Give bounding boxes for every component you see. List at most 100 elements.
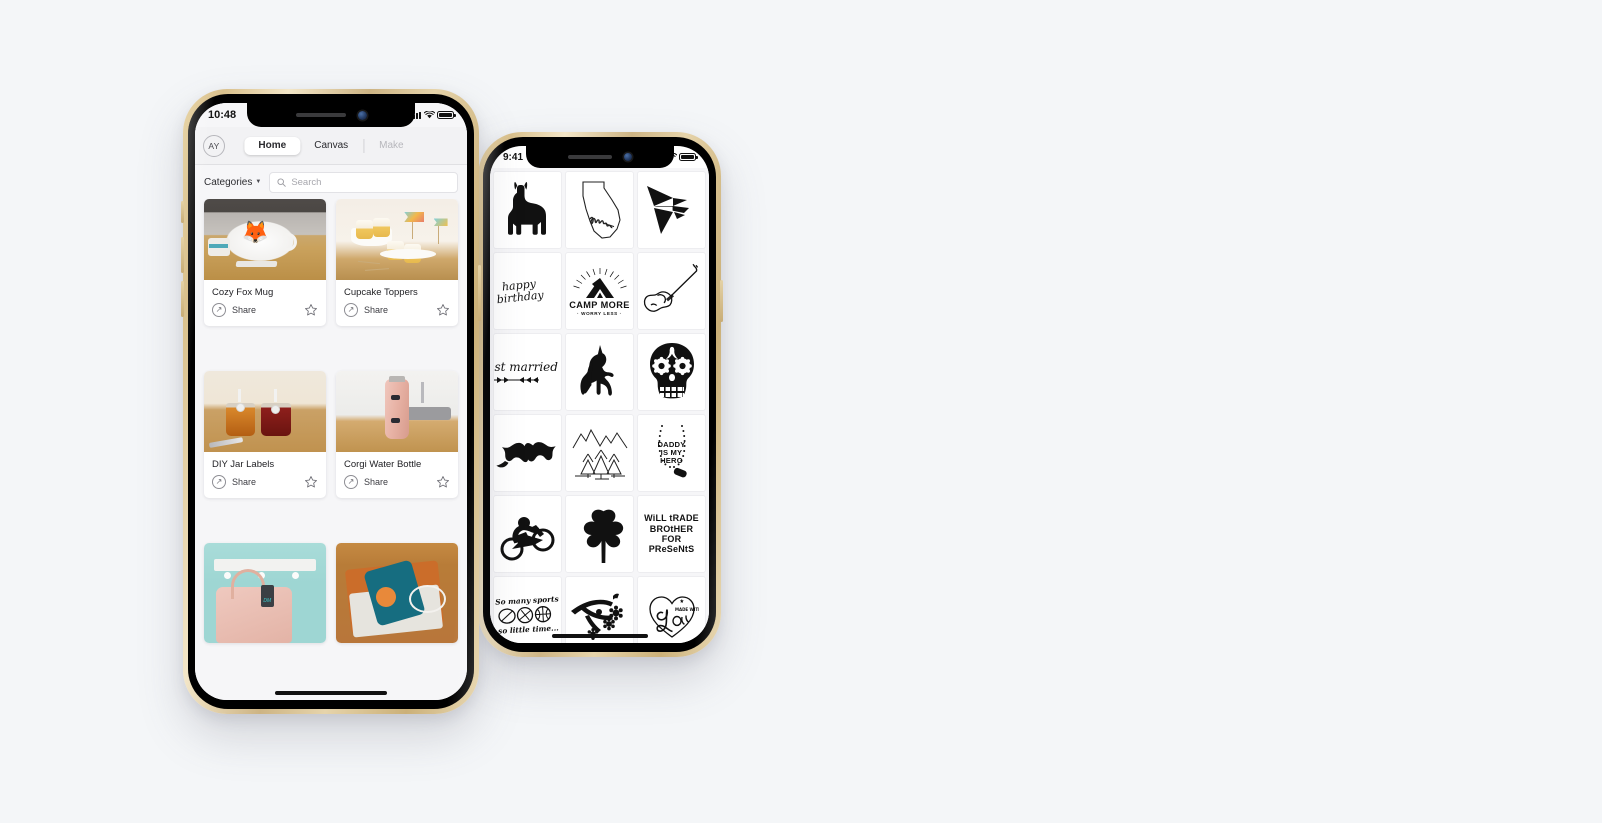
projects-phone: 10:48 AY Home Canvas Make Categories ▼ S… — [181, 89, 481, 714]
project-card[interactable]: DIY Jar Labels ↗ Share — [204, 371, 326, 498]
fox-graphic-icon: 🦊 — [241, 219, 269, 245]
design-tile-daddy-is-my-hero[interactable]: DADDY IS MY HERO — [637, 414, 706, 492]
design-text-line: FOR — [661, 534, 682, 544]
volume-down-button[interactable] — [181, 281, 184, 317]
design-text-line: BROtHER — [649, 523, 694, 534]
design-text-line: happy birthday — [495, 277, 545, 307]
svg-text:MADE WITH: MADE WITH — [675, 607, 699, 612]
design-text-line: HERO — [660, 456, 683, 466]
volume-up-button[interactable] — [181, 237, 184, 273]
tab-canvas[interactable]: Canvas — [300, 137, 362, 155]
mute-switch[interactable] — [181, 201, 184, 223]
share-label: Share — [364, 477, 389, 487]
project-thumbnail: 🦊 — [204, 199, 326, 280]
design-tile-made-with-love[interactable]: MADE WITH — [637, 576, 706, 643]
share-arrow-icon: ↗ — [212, 303, 226, 317]
project-card[interactable]: Cupcake Toppers ↗ Share — [336, 199, 458, 326]
tab-make: Make — [379, 139, 404, 151]
notch — [247, 103, 415, 127]
share-label: Share — [232, 305, 257, 315]
project-thumbnail: DM — [204, 543, 326, 643]
design-library-phone: 9:41 happy birthday CAMP MORE · WORRY LE… — [478, 132, 723, 657]
project-card-actions: ↗ Share — [336, 302, 458, 326]
design-text-subline: · WORRY LESS · — [577, 311, 622, 317]
project-grid: 🦊 Cozy Fox Mug ↗ Share Cupcake Toppers ↗… — [195, 199, 467, 678]
project-card[interactable]: Corgi Water Bottle ↗ Share — [336, 371, 458, 498]
phone-screen: 10:48 AY Home Canvas Make Categories ▼ S… — [195, 103, 467, 700]
project-card[interactable] — [336, 543, 458, 643]
arrow-divider-icon — [494, 376, 540, 383]
power-button[interactable] — [720, 280, 723, 322]
bat-icon — [495, 442, 556, 468]
unicorn-icon — [579, 345, 614, 396]
star-outline-icon[interactable] — [436, 303, 450, 317]
app-top-bar: AY Home Canvas Make — [195, 127, 467, 165]
battery-icon — [679, 153, 698, 161]
star-outline-icon[interactable] — [304, 303, 318, 317]
design-tile-bmx-rider[interactable] — [493, 495, 562, 573]
share-button[interactable]: ↗ Share — [344, 475, 388, 489]
status-time: 9:41 — [503, 151, 524, 163]
earpiece-speaker — [295, 113, 346, 117]
power-button[interactable] — [478, 265, 481, 321]
share-arrow-icon: ↗ — [344, 303, 358, 317]
tab-divider — [363, 138, 365, 153]
home-indicator[interactable] — [275, 691, 387, 695]
design-tile-shamrock[interactable] — [565, 495, 634, 573]
project-thumbnail — [336, 543, 458, 643]
design-tile-cherry-branch[interactable] — [565, 576, 634, 643]
design-tile-electric-guitar[interactable] — [637, 252, 706, 330]
phone-screen: 9:41 happy birthday CAMP MORE · WORRY LE… — [490, 146, 709, 643]
share-button[interactable]: ↗ Share — [344, 303, 388, 317]
design-tile-origami-bird[interactable] — [637, 171, 706, 249]
tab-home[interactable]: Home — [244, 136, 301, 155]
design-tile-so-many-sports[interactable]: So many sports so little time... — [493, 576, 562, 643]
categories-dropdown[interactable]: Categories ▼ — [204, 177, 261, 188]
tab-segmented-control[interactable]: Home Canvas Make — [244, 135, 417, 157]
design-text-line: CAMP MORE — [569, 299, 630, 310]
design-tile-california-home[interactable] — [565, 171, 634, 249]
search-placeholder: Search — [291, 176, 322, 188]
star-outline-icon[interactable] — [436, 475, 450, 489]
california-home-icon — [581, 181, 621, 239]
app-container: AY Home Canvas Make Categories ▼ Search … — [195, 103, 467, 700]
project-card-actions: ↗ Share — [336, 474, 458, 498]
design-text-line: so little time... — [497, 623, 559, 636]
star-outline-icon[interactable] — [304, 475, 318, 489]
project-card[interactable]: 🦊 Cozy Fox Mug ↗ Share — [204, 199, 326, 326]
search-input[interactable]: Search — [269, 171, 458, 193]
share-button[interactable]: ↗ Share — [212, 303, 256, 317]
bmx-rider-icon — [500, 517, 554, 561]
design-tile-mountain-pines[interactable] — [565, 414, 634, 492]
share-button[interactable]: ↗ Share — [212, 475, 256, 489]
sugar-skull-icon — [649, 343, 694, 399]
design-tile-llama[interactable] — [493, 171, 562, 249]
chevron-down-icon: ▼ — [255, 179, 262, 185]
design-tile-unicorn[interactable] — [565, 333, 634, 411]
design-text-line: PReSeNtS — [648, 544, 695, 555]
design-tile-sugar-skull[interactable] — [637, 333, 706, 411]
llama-icon — [507, 182, 546, 235]
design-tile-camp-more[interactable]: CAMP MORE · WORRY LESS · — [565, 252, 634, 330]
project-card-actions: ↗ Share — [204, 302, 326, 326]
avatar[interactable]: AY — [203, 134, 225, 157]
mountain-pines-icon — [572, 428, 627, 480]
shamrock-icon — [583, 509, 623, 563]
design-text-line: just married — [494, 359, 558, 374]
project-card[interactable]: DM — [204, 543, 326, 643]
luggage-tag: DM — [261, 585, 275, 607]
filter-bar: Categories ▼ Search — [195, 165, 467, 199]
design-tile-happy-birthday[interactable]: happy birthday — [493, 252, 562, 330]
screenshot-canvas: 9:41 happy birthday CAMP MORE · WORRY LE… — [0, 0, 1602, 823]
guitar-icon — [643, 263, 698, 312]
earpiece-speaker — [567, 155, 612, 159]
project-thumbnail — [204, 371, 326, 452]
design-tile-just-married[interactable]: just married — [493, 333, 562, 411]
project-title: Cozy Fox Mug — [212, 287, 274, 298]
design-grid[interactable]: happy birthday CAMP MORE · WORRY LESS · … — [490, 168, 709, 643]
home-indicator[interactable] — [551, 634, 648, 638]
project-thumbnail — [336, 199, 458, 280]
design-tile-bat[interactable] — [493, 414, 562, 492]
front-camera-icon — [623, 153, 632, 161]
design-tile-will-trade-brother[interactable]: WiLL tRADE BROtHER FOR PReSeNtS — [637, 495, 706, 573]
